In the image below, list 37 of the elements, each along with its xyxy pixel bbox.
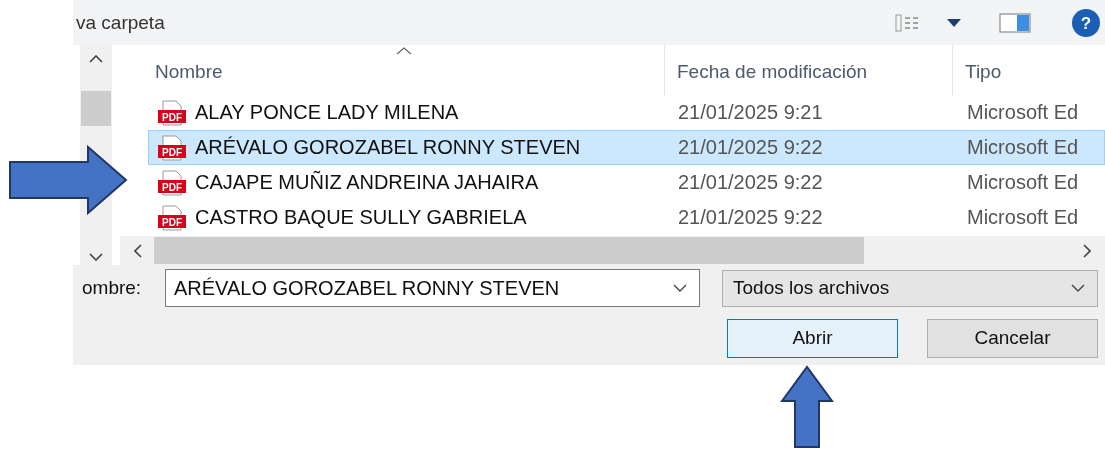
file-date: 21/01/2025 9:22	[677, 136, 824, 159]
file-date: 21/01/2025 9:22	[677, 206, 824, 229]
file-row[interactable]: PDF ARÉVALO GOROZABEL RONNY STEVEN 21/01/2025 9:22 Microsoft Ed	[148, 130, 1105, 165]
file-name: CASTRO BAQUE SULLY GABRIELA	[195, 206, 527, 229]
file-name: ARÉVALO GOROZABEL RONNY STEVEN	[195, 136, 581, 159]
file-name: ALAY PONCE LADY MILENA	[195, 101, 459, 124]
dropdown-arrow-icon[interactable]	[947, 18, 961, 27]
file-type: Microsoft Ed	[966, 171, 1079, 194]
scroll-down-icon[interactable]	[89, 253, 103, 261]
dialog-button[interactable]: Cancelar	[927, 318, 1098, 358]
column-header[interactable]: Tipo	[953, 45, 1105, 95]
file-type: Microsoft Ed	[966, 136, 1079, 159]
scroll-right-icon[interactable]	[1083, 243, 1091, 258]
file-row[interactable]: PDF ALAY PONCE LADY MILENA 21/01/2025 9:21 Microsoft Ed	[148, 95, 1105, 130]
scroll-up-icon[interactable]	[89, 55, 103, 63]
dialog-button[interactable]: Abrir	[727, 318, 898, 358]
toolbar-label: va carpeta	[76, 11, 166, 34]
filename-field[interactable]: ARÉVALO GOROZABEL RONNY STEVEN	[165, 269, 700, 307]
chevron-down-icon	[1071, 284, 1085, 292]
file-date: 21/01/2025 9:21	[677, 101, 824, 124]
file-type: Microsoft Ed	[966, 101, 1079, 124]
column-header[interactable]: Nombre	[120, 45, 665, 95]
scroll-left-icon[interactable]	[134, 243, 142, 258]
chevron-down-icon	[673, 284, 687, 292]
scroll-thumb[interactable]	[81, 90, 111, 126]
file-date: 21/01/2025 9:22	[677, 171, 824, 194]
file-type: Microsoft Ed	[966, 206, 1079, 229]
file-row[interactable]: PDF CAJAPE MUÑIZ ANDREINA JAHAIRA 21/01/2025 9:22 Microsoft Ed	[148, 165, 1105, 200]
scroll-thumb[interactable]	[154, 237, 864, 264]
column-header[interactable]: Fecha de modificación	[665, 45, 953, 95]
help-icon[interactable]: ?	[1071, 7, 1101, 38]
sort-caret-icon	[396, 47, 412, 55]
preview-pane-icon[interactable]	[999, 12, 1031, 33]
file-name: CAJAPE MUÑIZ ANDREINA JAHAIRA	[195, 171, 539, 194]
file-row[interactable]: PDF CASTRO BAQUE SULLY GABRIELA 21/01/2025 9:22 Microsoft Ed	[148, 200, 1105, 235]
file-type-dropdown[interactable]: Todos los archivos	[722, 269, 1098, 307]
field-label: ombre:	[81, 277, 143, 299]
